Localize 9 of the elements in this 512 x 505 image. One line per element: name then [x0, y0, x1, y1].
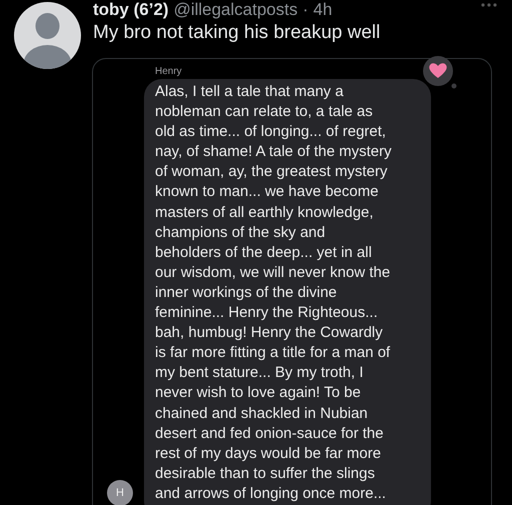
post-time: 4h	[313, 0, 332, 19]
message-bubble: Alas, I tell a tale that many a nobleman can relate to, a tale as old as time... of longing... of regret, nay, of shame! A tale of the mystery of woman, ay, the greatest mystery known to man... we have become masters of all earthly knowledge, champions of the sky and beholders of the deep... yet in all our wisdom, we will never know the inner workings of the divine feminine... Henry the Righteous... bah, humbug! Henry the Cowardly is far more fitting a title for a man of my bent stature... By my troth, I never wish to love again! To be chained and shackled in Nubian desert and fed onion-sauce for the rest of my days would be far more desirable than to suffer the slings and arrows of longing once more...	[144, 79, 431, 505]
separator-dot: ·	[302, 0, 308, 19]
sender-name: Henry	[155, 66, 182, 78]
tweet-text: My bro not taking his breakup well	[93, 21, 380, 44]
display-name[interactable]: toby (6’2)	[93, 0, 169, 19]
sender-avatar: H	[107, 480, 133, 505]
user-handle[interactable]: @illegalcatposts	[174, 0, 298, 19]
more-icon[interactable]	[480, 2, 498, 8]
